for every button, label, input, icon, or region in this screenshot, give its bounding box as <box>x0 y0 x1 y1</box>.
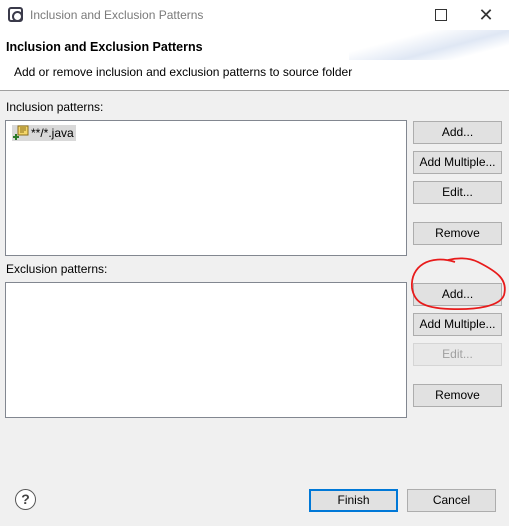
inclusion-edit-button[interactable]: Edit... <box>413 181 502 204</box>
header-title: Inclusion and Exclusion Patterns <box>6 40 203 54</box>
inclusion-list[interactable]: **/*.java <box>5 120 407 256</box>
window-title: Inclusion and Exclusion Patterns <box>30 8 204 22</box>
cancel-button[interactable]: Cancel <box>407 489 496 512</box>
inclusion-remove-button[interactable]: Remove <box>413 222 502 245</box>
header-banner <box>349 30 509 60</box>
title-bar: Inclusion and Exclusion Patterns ✕ <box>0 0 509 30</box>
exclusion-list[interactable] <box>5 282 407 418</box>
app-icon <box>8 7 23 22</box>
exclusion-label: Exclusion patterns: <box>6 262 108 276</box>
dialog-header: Inclusion and Exclusion Patterns Add or … <box>0 30 509 90</box>
inclusion-add-multiple-button[interactable]: Add Multiple... <box>413 151 502 174</box>
exclusion-edit-button[interactable]: Edit... <box>413 343 502 366</box>
inclusion-pattern-icon <box>12 125 30 141</box>
close-icon[interactable]: ✕ <box>468 0 504 30</box>
pattern-text: **/*.java <box>31 126 74 140</box>
finish-button[interactable]: Finish <box>309 489 398 512</box>
header-description: Add or remove inclusion and exclusion pa… <box>14 65 353 79</box>
exclusion-remove-button[interactable]: Remove <box>413 384 502 407</box>
list-item[interactable]: **/*.java <box>12 125 76 141</box>
inclusion-label: Inclusion patterns: <box>6 100 104 114</box>
help-icon[interactable]: ? <box>15 489 36 510</box>
maximize-icon[interactable] <box>422 0 458 30</box>
inclusion-add-button[interactable]: Add... <box>413 121 502 144</box>
exclusion-add-button[interactable]: Add... <box>413 283 502 306</box>
exclusion-add-multiple-button[interactable]: Add Multiple... <box>413 313 502 336</box>
header-divider <box>0 90 509 91</box>
